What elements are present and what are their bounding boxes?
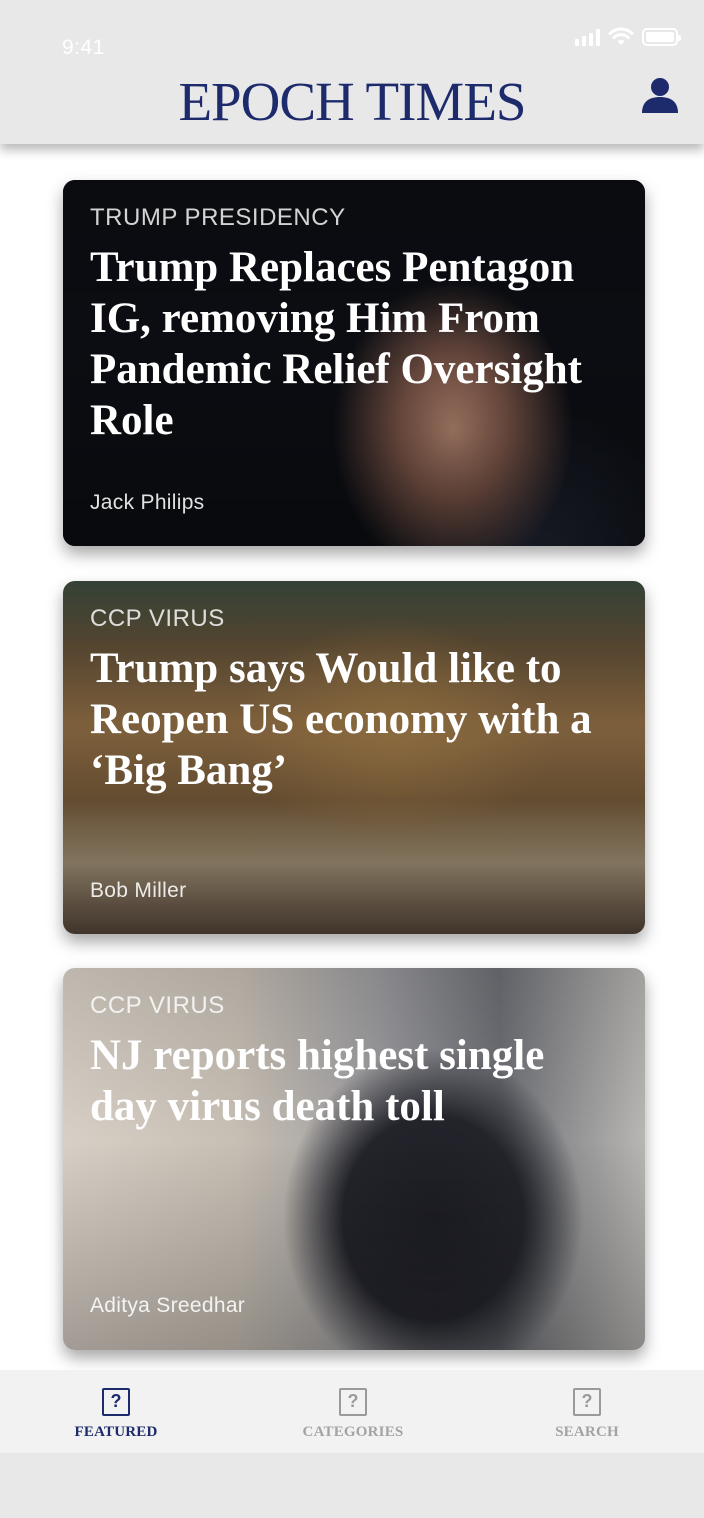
wifi-icon [608, 27, 634, 45]
tab-label: SEARCH [555, 1424, 619, 1440]
article-author: Bob Miller [90, 879, 187, 902]
article-author: Aditya Sreedhar [90, 1294, 246, 1317]
profile-icon[interactable] [640, 76, 680, 114]
tab-label: CATEGORIES [302, 1424, 404, 1440]
cellular-signal-icon [575, 28, 600, 46]
article-title: NJ reports highest single day virus deat… [90, 1032, 545, 1130]
tab-label: FEATURED [74, 1424, 158, 1440]
article-card[interactable]: CCP VIRUS NJ reports highest single day … [63, 968, 645, 1350]
article-card[interactable]: CCP VIRUS Trump says Would like to Reope… [63, 581, 645, 934]
article-category: CCP VIRUS [90, 605, 225, 632]
home-indicator-area [0, 1453, 704, 1518]
status-time: 9:41 [62, 36, 105, 59]
battery-icon [642, 28, 681, 46]
article-title: Trump says Would like to Reopen US econo… [90, 645, 592, 794]
article-card[interactable]: TRUMP PRESIDENCY Trump Replaces Pentagon… [63, 180, 645, 546]
article-category: CCP VIRUS [90, 992, 225, 1019]
tab-categories[interactable]: ? CATEGORIES [273, 1388, 433, 1441]
article-author: Jack Philips [90, 491, 205, 514]
tab-featured[interactable]: ? FEATURED [36, 1388, 196, 1441]
placeholder-icon: ? [102, 1388, 130, 1416]
bottom-tab-bar: ? FEATURED ? CATEGORIES ? SEARCH [0, 1370, 704, 1453]
app-logo: EPOCH TIMES [178, 71, 526, 132]
app-header: 9:41 EPOCH TIMES [0, 0, 704, 144]
tab-search[interactable]: ? SEARCH [507, 1388, 667, 1441]
placeholder-icon: ? [573, 1388, 601, 1416]
placeholder-icon: ? [339, 1388, 367, 1416]
app-screen: 9:41 EPOCH TIMES TRUMP PRESIDENCY Trump … [0, 0, 704, 1518]
article-category: TRUMP PRESIDENCY [90, 204, 346, 231]
article-title: Trump Replaces Pentagon IG, removing Him… [90, 244, 583, 444]
status-icons [575, 26, 681, 46]
